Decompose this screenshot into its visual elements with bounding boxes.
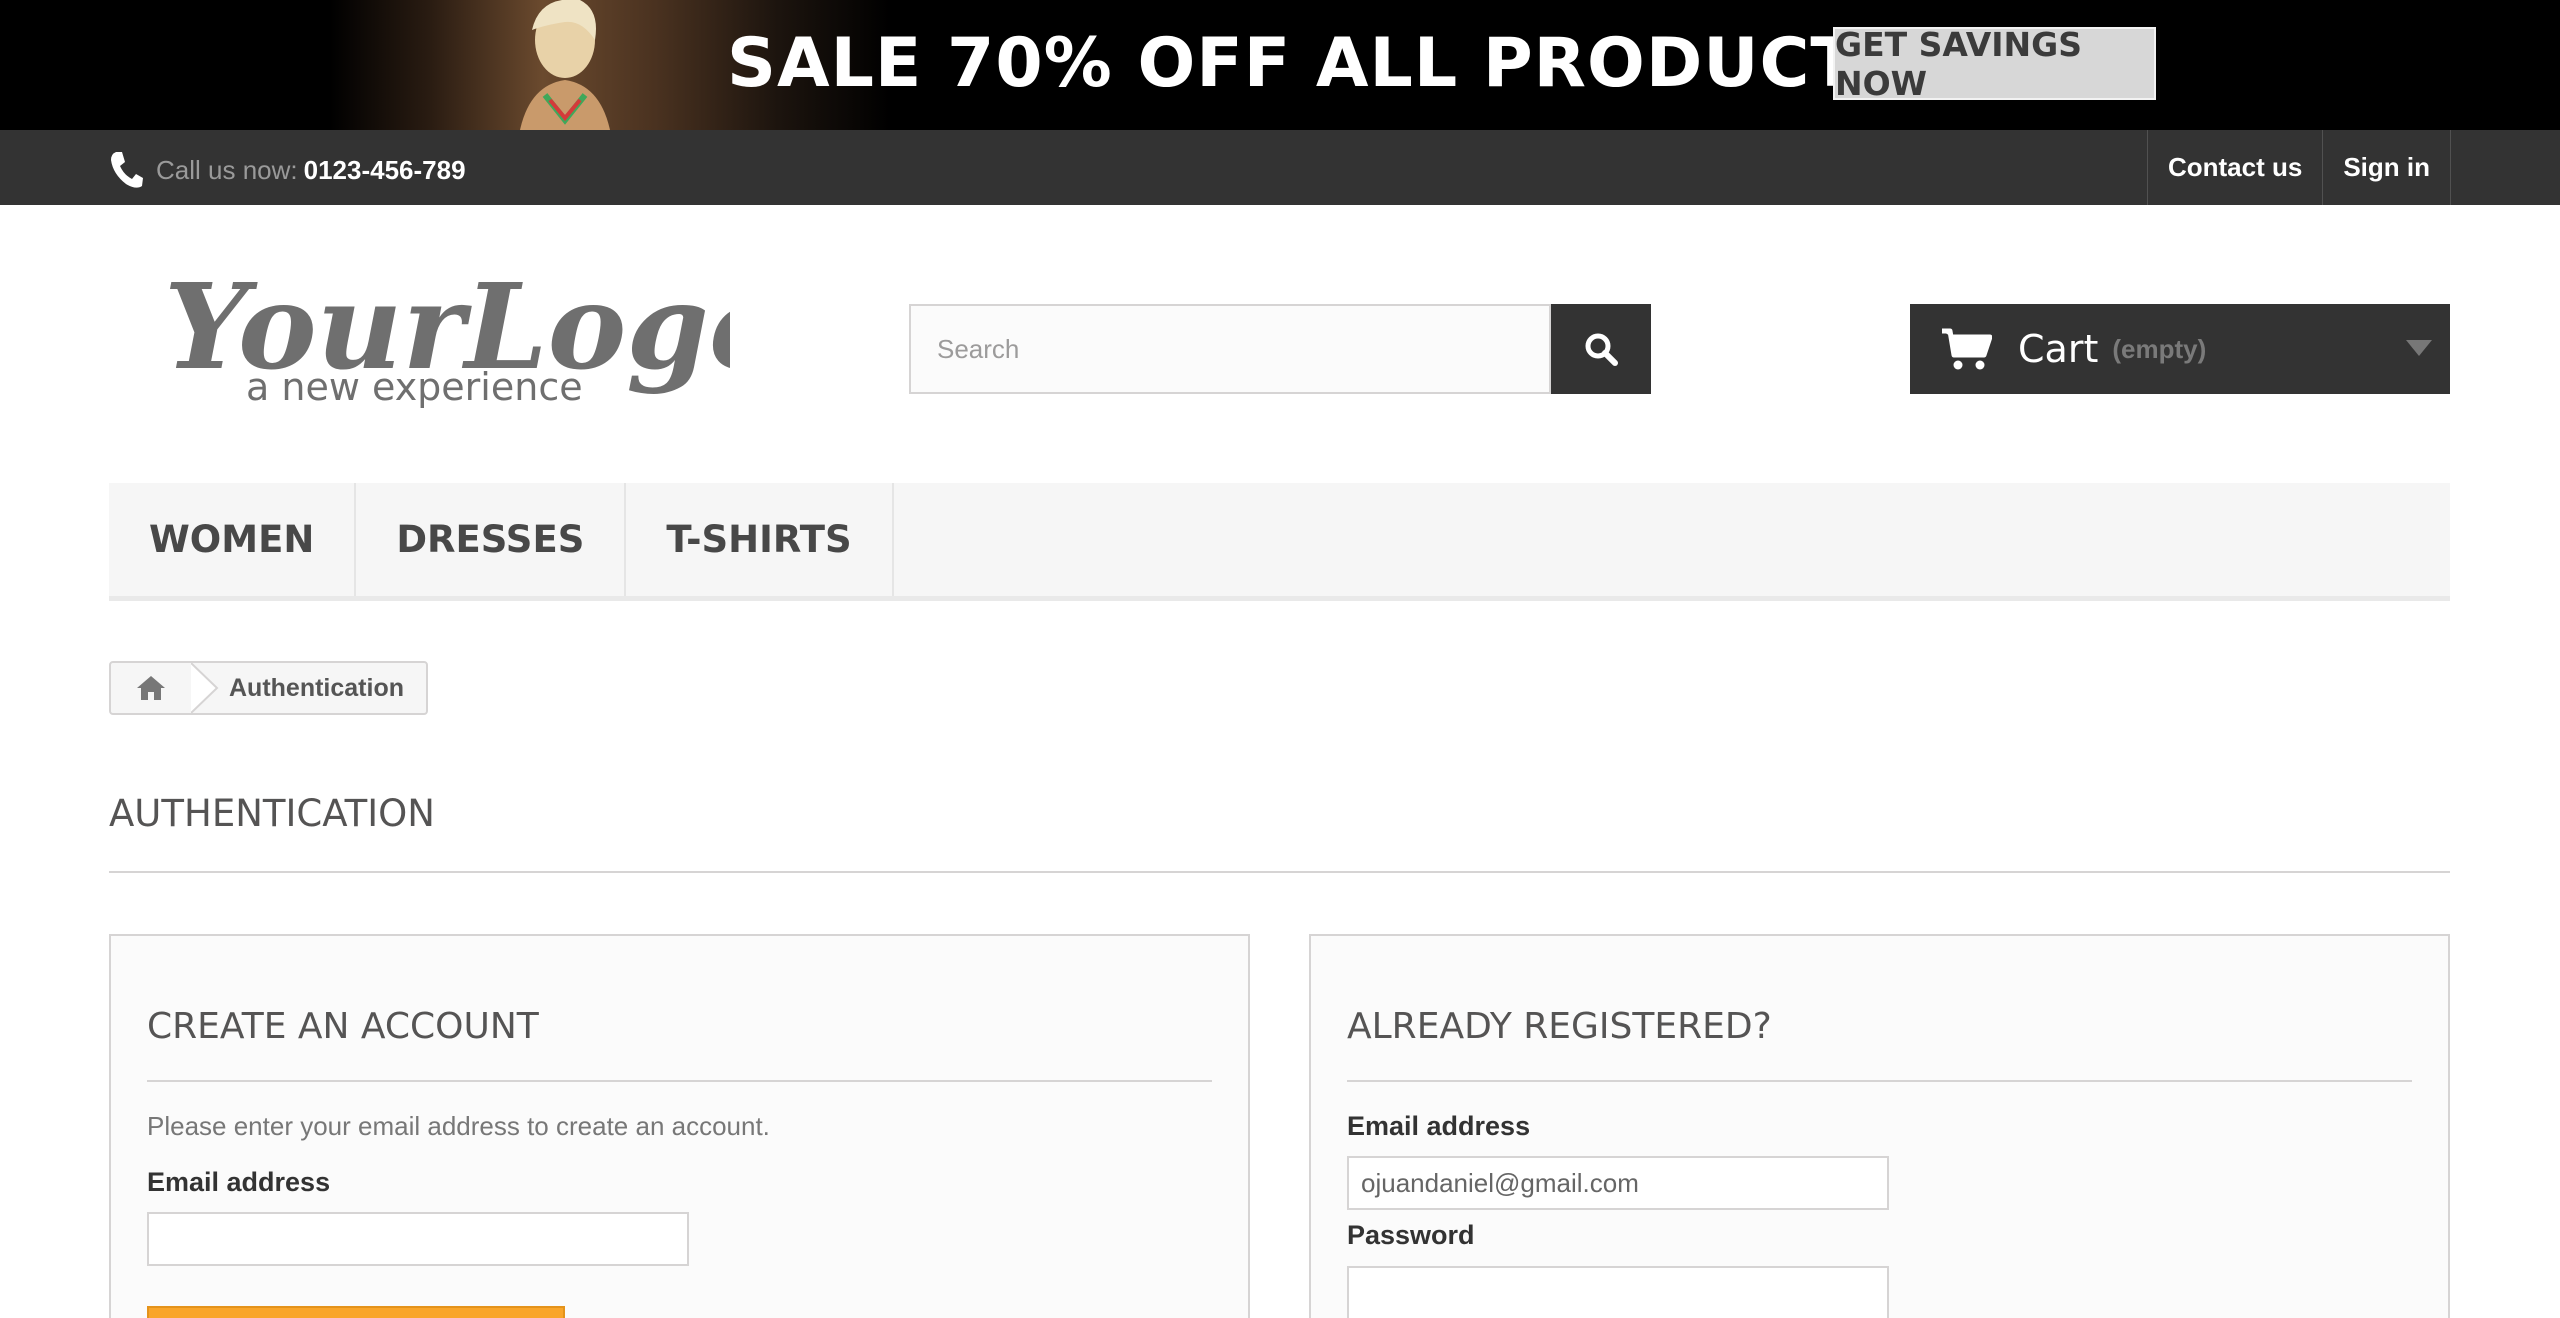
home-icon <box>137 676 165 700</box>
logo-tagline: a new experience <box>246 365 583 409</box>
create-email-label: Email address <box>147 1167 331 1197</box>
site-logo[interactable]: YourLogo a new experience <box>160 250 730 420</box>
login-password-field[interactable] <box>1347 1266 1889 1318</box>
create-email-field[interactable] <box>147 1212 689 1266</box>
cart-icon <box>1942 328 1992 370</box>
breadcrumb: Authentication <box>109 661 428 715</box>
sign-in-link[interactable]: Sign in <box>2323 130 2451 205</box>
menu-item-tshirts[interactable]: T-SHIRTS <box>626 483 894 596</box>
login-form: ALREADY REGISTERED? Email address Passwo… <box>1309 934 2450 1318</box>
breadcrumb-current: Authentication <box>229 673 404 702</box>
top-nav-bar: Call us now: 0123-456-789 Contact us Sig… <box>0 130 2560 205</box>
call-label: Call us now: <box>156 154 298 185</box>
create-account-button[interactable] <box>147 1306 565 1318</box>
login-password-label: Password <box>1347 1220 1475 1250</box>
cart-label: Cart <box>2018 327 2099 371</box>
search-input[interactable] <box>909 304 1551 394</box>
main-menu: WOMEN DRESSES T-SHIRTS <box>109 483 2450 601</box>
promo-headline: SALE 70% OFF ALL PRODUCTS <box>727 24 1908 103</box>
login-email-field[interactable] <box>1347 1156 1889 1210</box>
search-bar <box>909 304 1651 394</box>
breadcrumb-separator <box>191 663 219 713</box>
breadcrumb-home[interactable] <box>111 663 191 713</box>
page-title: AUTHENTICATION <box>109 792 435 835</box>
top-links: Contact us Sign in <box>2146 130 2451 205</box>
create-account-divider <box>147 1080 1212 1082</box>
model-photo-icon <box>520 0 610 130</box>
search-icon <box>1585 333 1618 366</box>
promo-banner[interactable]: SALE 70% OFF ALL PRODUCTS GET SAVINGS NO… <box>0 0 2560 130</box>
login-divider <box>1347 1080 2412 1082</box>
menu-item-dresses[interactable]: DRESSES <box>356 483 627 596</box>
create-account-title: CREATE AN ACCOUNT <box>147 1006 539 1047</box>
page-title-divider <box>109 871 2450 873</box>
phone-icon <box>111 152 143 188</box>
create-account-form: CREATE AN ACCOUNT Please enter your emai… <box>109 934 1250 1318</box>
login-title: ALREADY REGISTERED? <box>1347 1006 1772 1047</box>
cart-status: (empty) <box>2112 333 2207 364</box>
call-us: Call us now: 0123-456-789 <box>108 150 466 190</box>
contact-us-link[interactable]: Contact us <box>2148 130 2324 205</box>
chevron-down-icon <box>2406 340 2432 356</box>
create-account-intro: Please enter your email address to creat… <box>147 1111 770 1141</box>
get-savings-button[interactable]: GET SAVINGS NOW <box>1833 25 2156 103</box>
login-email-label: Email address <box>1347 1111 1531 1141</box>
search-button[interactable] <box>1551 304 1651 394</box>
cart-button[interactable]: Cart (empty) <box>1910 304 2450 394</box>
menu-item-women[interactable]: WOMEN <box>109 483 357 596</box>
phone-number: 0123-456-789 <box>303 154 466 185</box>
